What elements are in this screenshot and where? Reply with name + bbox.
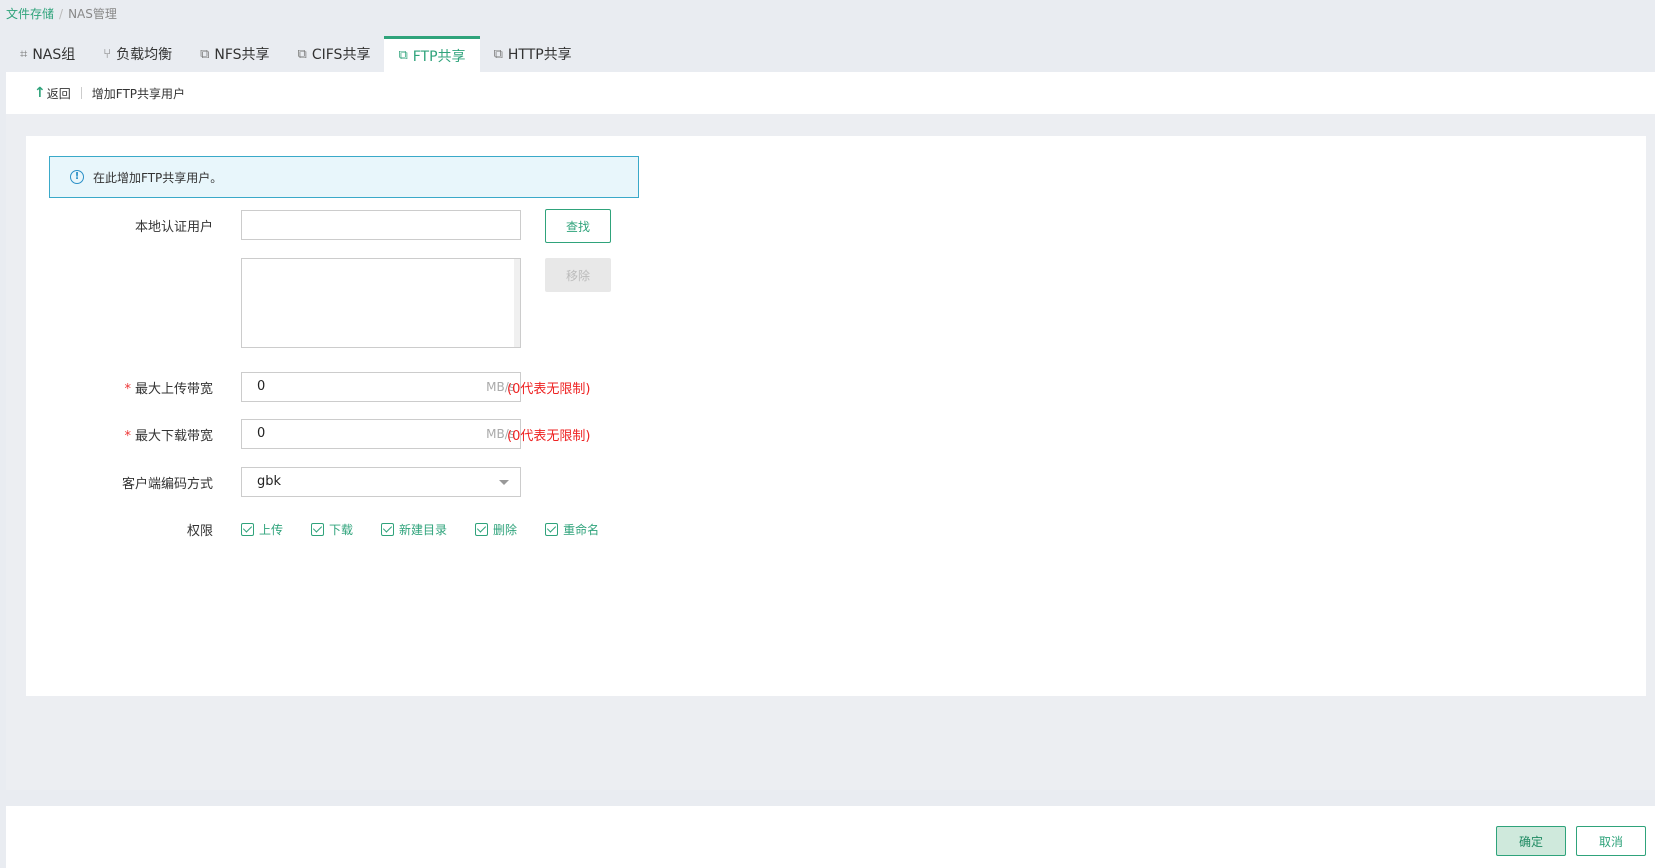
sub-toolbar: ↑ 返回 增加FTP共享用户 [6, 72, 1655, 114]
chevron-down-icon [499, 480, 509, 485]
encoding-select[interactable]: gbk [241, 467, 521, 497]
checkbox-checked-icon [241, 523, 254, 536]
perm-upload-checkbox[interactable]: 上传 [241, 521, 283, 538]
share-icon: ⧉ [493, 46, 503, 62]
share-icon: ⧉ [200, 46, 210, 62]
encoding-label: 客户端编码方式 [121, 477, 213, 492]
arrow-up-icon: ↑ [34, 85, 46, 101]
info-icon: ! [70, 170, 84, 184]
back-button[interactable]: ↑ 返回 [34, 85, 71, 102]
tab-load-balance[interactable]: ⑂ 负载均衡 [89, 36, 186, 72]
share-icon: ⧉ [297, 46, 307, 62]
perm-rename-checkbox[interactable]: 重命名 [545, 521, 599, 538]
tab-bar: ⌗ NAS组 ⑂ 负载均衡 ⧉ NFS共享 ⧉ CIFS共享 ⧉ FTP共享 ⧉ HTTP共… [6, 36, 586, 72]
local-user-input[interactable] [241, 210, 521, 240]
tab-http-share[interactable]: ⧉ HTTP共享 [480, 36, 586, 72]
content-area: ! 在此增加FTP共享用户。 本地认证用户 查找 移除 * 最大上传带宽 0 MB… [6, 114, 1655, 790]
user-listbox[interactable] [241, 258, 521, 348]
upload-hint: (0代表无限制) [507, 382, 591, 397]
download-hint: (0代表无限制) [507, 429, 591, 444]
permission-group: 上传 下载 新建目录 删除 重命名 [241, 521, 627, 538]
permission-label: 权限 [186, 524, 213, 539]
breadcrumb-root[interactable]: 文件存储 [6, 7, 54, 21]
tab-nfs-share[interactable]: ⧉ NFS共享 [186, 36, 283, 72]
divider [80, 87, 82, 99]
footer-bar: 确定 取消 [6, 806, 1655, 868]
tab-ftp-share[interactable]: ⧉ FTP共享 [384, 36, 480, 72]
breadcrumb-current: NAS管理 [68, 7, 117, 21]
checkbox-checked-icon [381, 523, 395, 536]
cancel-button[interactable]: 取消 [1576, 826, 1646, 856]
group-icon: ⌗ [20, 46, 28, 62]
tab-cifs-share[interactable]: ⧉ CIFS共享 [284, 36, 385, 72]
perm-delete-checkbox[interactable]: 删除 [475, 521, 517, 538]
search-button[interactable]: 查找 [545, 209, 611, 243]
perm-mkdir-checkbox[interactable]: 新建目录 [381, 521, 447, 538]
page-title: 增加FTP共享用户 [91, 86, 186, 101]
checkbox-checked-icon [545, 523, 559, 536]
perm-download-checkbox[interactable]: 下载 [311, 521, 353, 538]
scrollbar[interactable] [514, 259, 520, 347]
download-bandwidth-label: * 最大下载带宽 [124, 429, 213, 444]
balance-icon: ⑂ [103, 46, 112, 62]
download-bandwidth-input[interactable]: 0 MB/s [241, 419, 521, 449]
breadcrumb: 文件存储 / NAS管理 [6, 7, 117, 21]
confirm-button[interactable]: 确定 [1496, 826, 1566, 856]
upload-bandwidth-input[interactable]: 0 MB/s [241, 372, 521, 402]
form-panel: ! 在此增加FTP共享用户。 本地认证用户 查找 移除 * 最大上传带宽 0 MB… [26, 136, 1646, 696]
tab-nas-group[interactable]: ⌗ NAS组 [6, 36, 89, 72]
upload-bandwidth-label: * 最大上传带宽 [124, 382, 213, 397]
info-banner: ! 在此增加FTP共享用户。 [49, 156, 639, 198]
share-icon: ⧉ [398, 48, 408, 63]
local-user-label: 本地认证用户 [134, 220, 213, 235]
checkbox-checked-icon [475, 523, 489, 536]
checkbox-checked-icon [311, 523, 325, 536]
remove-button[interactable]: 移除 [545, 258, 611, 292]
